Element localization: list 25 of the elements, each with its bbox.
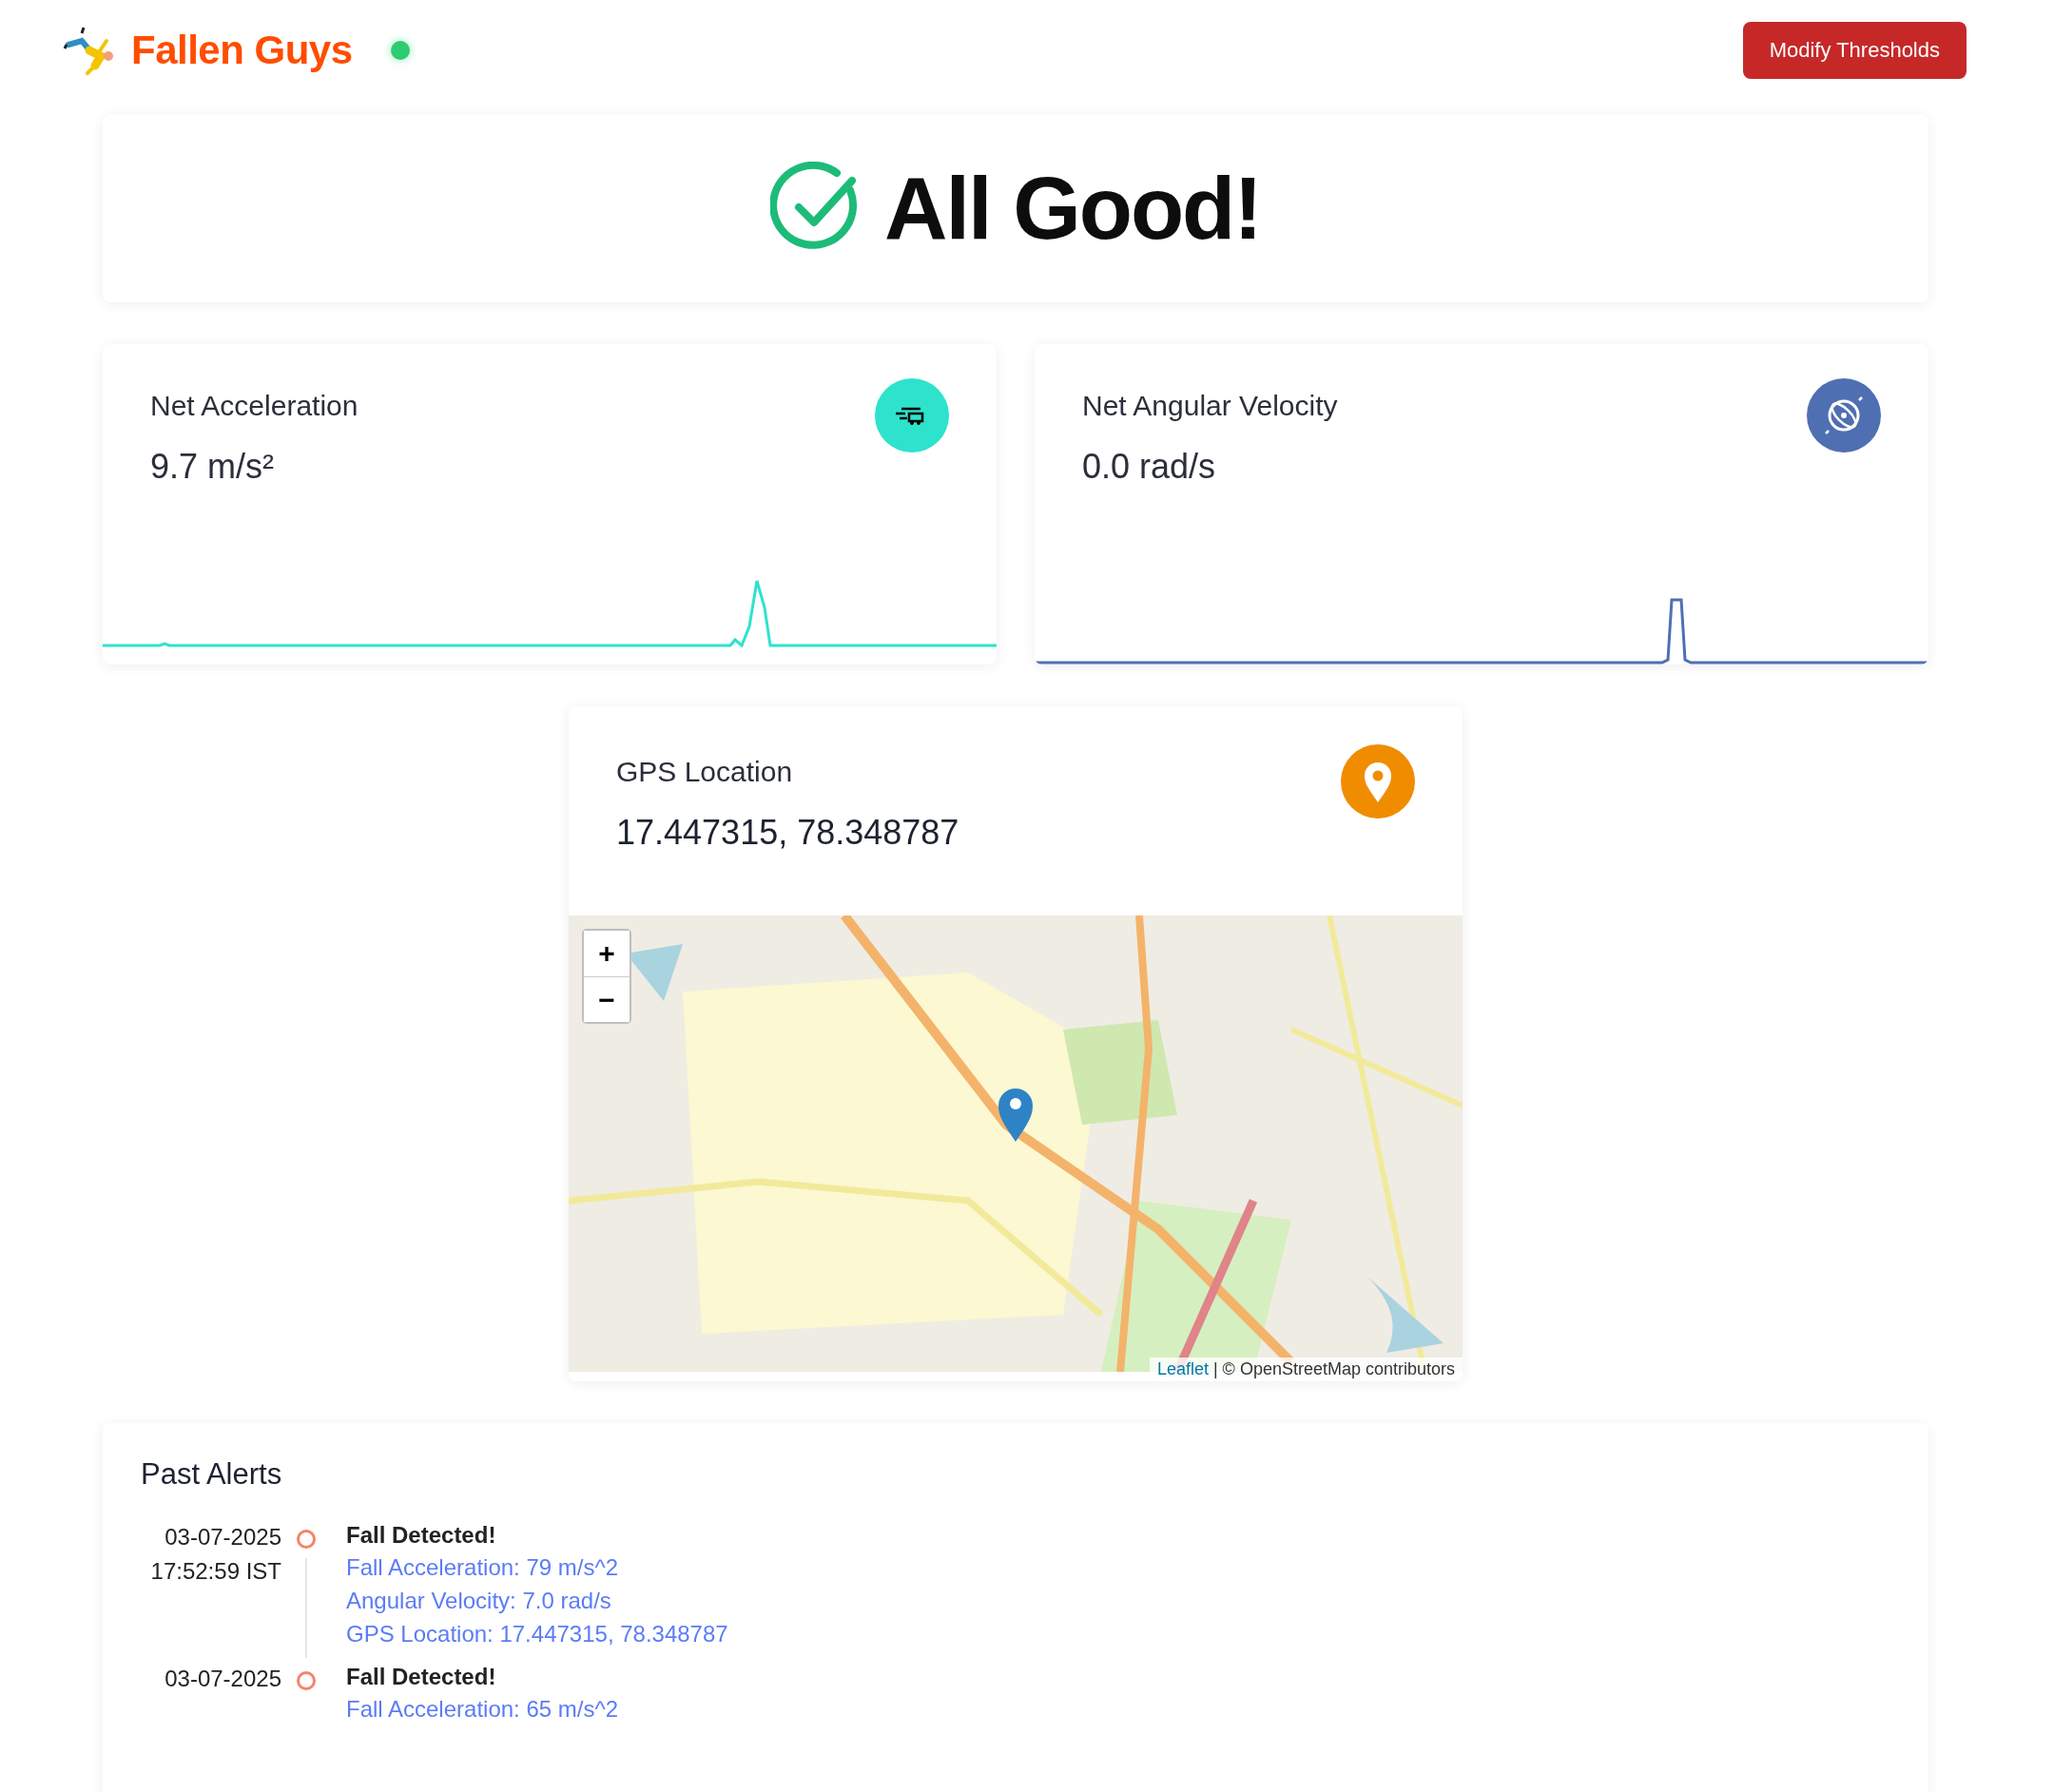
alert-detail: Fall Acceleration: 79 m/s^2 bbox=[346, 1553, 619, 1582]
section-title: Past Alerts bbox=[141, 1457, 283, 1492]
card-title: GPS Location bbox=[616, 756, 793, 787]
map-marker-icon[interactable] bbox=[997, 1087, 1035, 1144]
app-title: Fallen Guys bbox=[131, 28, 353, 73]
alert-title: Fall Detected! bbox=[346, 1521, 496, 1550]
timeline-dot bbox=[297, 1671, 316, 1690]
timeline-dot bbox=[297, 1530, 316, 1549]
modify-thresholds-button[interactable]: Modify Thresholds bbox=[1742, 22, 1967, 79]
alert-date: 03-07-2025 bbox=[165, 1523, 281, 1551]
alert-date: 03-07-2025 bbox=[165, 1665, 281, 1693]
metric-title: Net Angular Velocity bbox=[1082, 390, 1338, 421]
map-attribution: | © OpenStreetMap contributors bbox=[1212, 1359, 1455, 1379]
alert-title: Fall Detected! bbox=[346, 1663, 496, 1691]
status-text: All Good! bbox=[884, 158, 1261, 259]
alert-detail: Fall Acceleration: 65 m/s^2 bbox=[346, 1695, 619, 1724]
alert-detail: Angular Velocity: 7.0 rad/s bbox=[346, 1587, 611, 1615]
zoom-out-button[interactable]: − bbox=[584, 976, 630, 1022]
metric-value: 9.7 m/s² bbox=[150, 447, 276, 487]
alert-detail: GPS Location: 17.447315, 78.348787 bbox=[346, 1620, 728, 1648]
metric-title: Net Acceleration bbox=[150, 390, 358, 421]
leaflet-link[interactable]: Leaflet bbox=[1156, 1359, 1209, 1379]
metric-value: 0.0 rad/s bbox=[1082, 447, 1217, 487]
alert-time: 17:52:59 IST bbox=[150, 1557, 281, 1586]
gps-coordinates: 17.447315, 78.348787 bbox=[616, 813, 959, 853]
